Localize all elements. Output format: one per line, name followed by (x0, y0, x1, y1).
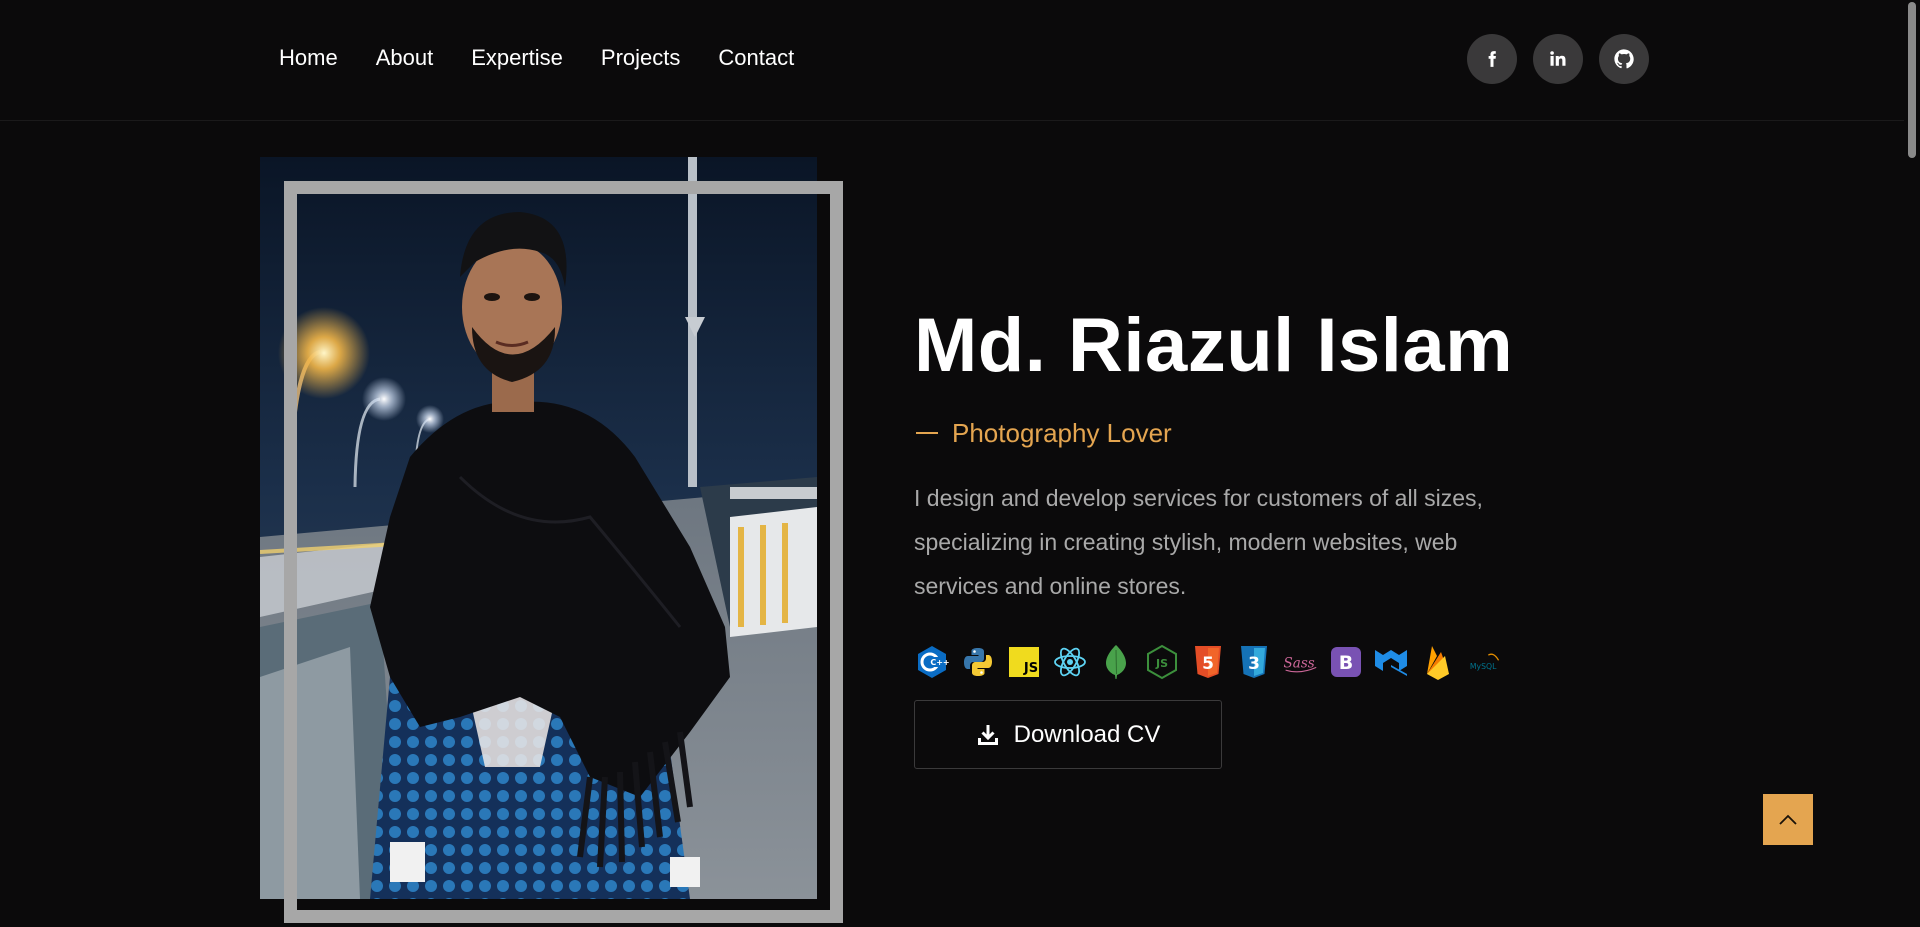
svg-text:JS: JS (1155, 657, 1168, 670)
github-icon (1614, 49, 1634, 69)
site-header: Home About Expertise Projects Contact (0, 0, 1904, 121)
nav-projects[interactable]: Projects (601, 42, 680, 74)
mysql-icon: MySQL (1466, 644, 1502, 680)
nav-expertise[interactable]: Expertise (471, 42, 563, 74)
page-scrollbar[interactable] (1904, 0, 1920, 927)
css3-icon: 3 (1236, 644, 1272, 680)
profile-photo (260, 157, 817, 899)
svg-text:B: B (1339, 652, 1353, 674)
tagline-dash (916, 432, 938, 434)
svg-text:JS: JS (1023, 661, 1038, 676)
facebook-icon (1488, 51, 1496, 67)
back-to-top-button[interactable] (1763, 794, 1813, 845)
download-icon (977, 724, 998, 745)
firebase-icon (1420, 644, 1456, 680)
cpp-icon: C++ (914, 644, 950, 680)
linkedin-button[interactable] (1533, 34, 1583, 84)
nav-about[interactable]: About (376, 42, 434, 74)
svg-text:3: 3 (1248, 654, 1260, 674)
download-cv-label: Download CV (1013, 720, 1161, 748)
github-button[interactable] (1599, 34, 1649, 84)
nodejs-icon: JS (1144, 644, 1180, 680)
facebook-button[interactable] (1467, 34, 1517, 84)
download-cv-button[interactable]: Download CV (914, 700, 1222, 769)
react-icon (1052, 644, 1088, 680)
hero-bio: I design and develop services for custom… (914, 485, 1483, 599)
nav-home[interactable]: Home (279, 42, 338, 74)
svg-text:C++: C++ (930, 658, 949, 667)
main-nav: Home About Expertise Projects Contact (279, 42, 832, 74)
hero-name: Md. Riazul Islam (914, 303, 1514, 388)
svg-text:MySQL: MySQL (1470, 662, 1497, 671)
nav-contact[interactable]: Contact (718, 42, 794, 74)
sass-icon: Sass (1282, 644, 1318, 680)
python-icon (960, 644, 996, 680)
html5-icon: 5 (1190, 644, 1226, 680)
social-links (1467, 34, 1649, 84)
tagline-text: Photography Lover (952, 418, 1172, 448)
scrollbar-thumb[interactable] (1908, 2, 1916, 158)
bootstrap-icon: B (1328, 644, 1364, 680)
hero-tagline: Photography Lover (914, 416, 1554, 450)
material-ui-icon (1374, 644, 1410, 680)
linkedin-icon (1550, 51, 1566, 66)
tech-stack: C++ JS JS 5 3 Sass B MySQL (914, 644, 1502, 680)
hero-intro: Md. Riazul Islam Photography Lover I des… (914, 296, 1554, 769)
mongodb-icon (1098, 644, 1134, 680)
svg-text:Sass: Sass (1284, 655, 1315, 671)
svg-text:5: 5 (1202, 654, 1214, 674)
chevron-up-icon (1779, 814, 1797, 825)
javascript-icon: JS (1006, 644, 1042, 680)
